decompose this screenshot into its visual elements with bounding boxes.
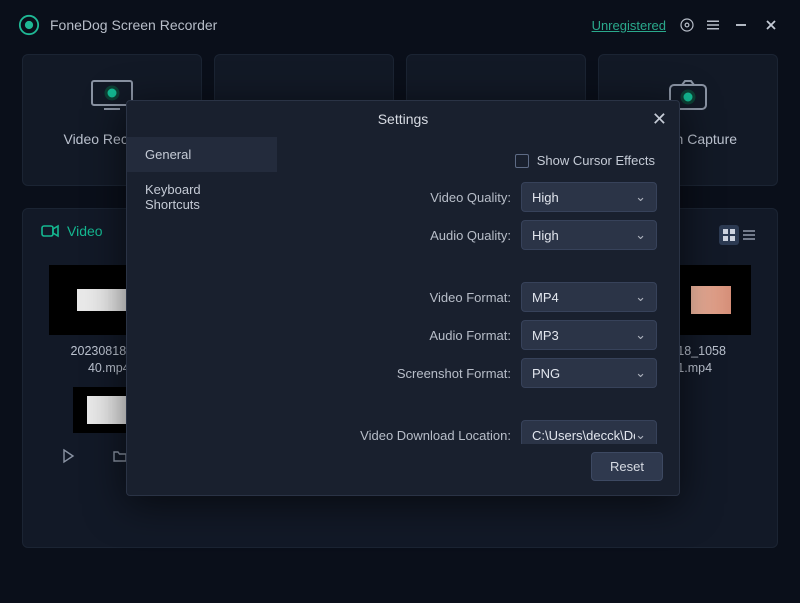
audio-format-label: Audio Format: [285, 328, 521, 343]
screenshot-format-label: Screenshot Format: [285, 366, 521, 381]
title-bar: FoneDog Screen Recorder Unregistered [0, 0, 800, 50]
minimize-button[interactable] [730, 14, 752, 36]
app-logo-icon [18, 14, 40, 36]
audio-quality-select[interactable]: High⌄ [521, 220, 657, 250]
hamburger-menu-icon[interactable] [700, 12, 726, 38]
settings-sidebar: General Keyboard Shortcuts [127, 137, 277, 444]
video-quality-label: Video Quality: [285, 190, 521, 205]
download-location-label: Video Download Location: [285, 428, 521, 443]
app-title: FoneDog Screen Recorder [50, 17, 592, 33]
video-format-label: Video Format: [285, 290, 521, 305]
view-toggle [719, 225, 759, 245]
chevron-down-icon: ⌄ [635, 189, 646, 205]
tab-video-label: Video [67, 223, 103, 239]
audio-quality-label: Audio Quality: [285, 228, 521, 243]
tab-video[interactable]: Video [41, 223, 103, 247]
video-format-select[interactable]: MP4⌄ [521, 282, 657, 312]
download-location-select[interactable]: C:\Users\decck\Do⌄ [521, 420, 657, 444]
video-quality-select[interactable]: High⌄ [521, 182, 657, 212]
chevron-down-icon: ⌄ [635, 289, 646, 305]
chevron-down-icon: ⌄ [635, 427, 646, 443]
modal-close-button[interactable]: ✕ [652, 109, 667, 130]
settings-title: Settings [378, 111, 429, 127]
screenshot-format-select[interactable]: PNG⌄ [521, 358, 657, 388]
play-icon[interactable] [55, 443, 81, 469]
chevron-down-icon: ⌄ [635, 227, 646, 243]
audio-format-select[interactable]: MP3⌄ [521, 320, 657, 350]
sidebar-item-general[interactable]: General [127, 137, 277, 172]
chevron-down-icon: ⌄ [635, 327, 646, 343]
registration-link[interactable]: Unregistered [592, 18, 666, 33]
settings-modal: Settings ✕ General Keyboard Shortcuts Sh… [126, 100, 680, 496]
chevron-down-icon: ⌄ [635, 365, 646, 381]
close-button[interactable] [760, 14, 782, 36]
reset-button[interactable]: Reset [591, 452, 663, 481]
sidebar-item-shortcuts[interactable]: Keyboard Shortcuts [127, 172, 277, 222]
list-view-button[interactable] [739, 225, 759, 245]
settings-gear-icon[interactable] [674, 12, 700, 38]
grid-view-button[interactable] [719, 225, 739, 245]
show-cursor-label: Show Cursor Effects [537, 153, 655, 168]
show-cursor-checkbox[interactable] [515, 154, 529, 168]
video-camera-icon [41, 224, 59, 238]
